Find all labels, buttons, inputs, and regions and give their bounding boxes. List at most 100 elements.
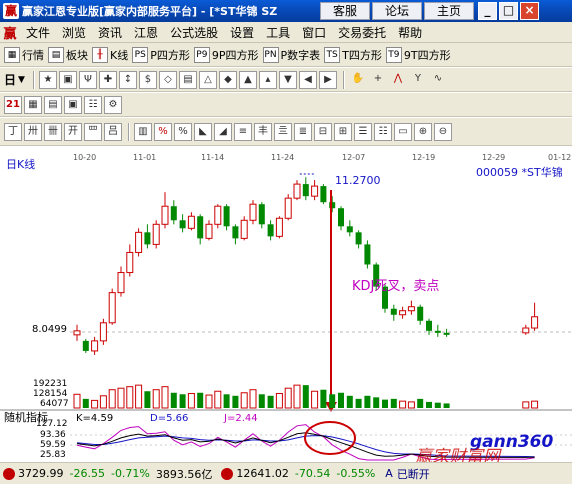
p-square-button[interactable]: PS P四方形 [132, 45, 190, 65]
volume-bar [179, 394, 186, 408]
menu-window[interactable]: 窗口 [296, 24, 332, 41]
chart-panel[interactable]: 10-20 11-01 11-14 11-24 12-07 12-19 12-2… [0, 150, 572, 467]
candle [187, 215, 195, 229]
minimize-button[interactable]: _ [478, 2, 497, 20]
period-selector[interactable]: 日 ▼ [4, 70, 25, 90]
9p-square-button[interactable]: P9 9P四方形 [193, 45, 259, 65]
window-icon[interactable]: ▣ [58, 70, 77, 89]
hexagram-icon[interactable]: ☷ [374, 122, 392, 141]
report-icon[interactable]: ▤ [44, 95, 62, 114]
ray-up-icon[interactable]: ◢ [214, 122, 232, 141]
menu-info[interactable]: 资讯 [92, 24, 128, 41]
fib-lines-icon[interactable]: 亖 [274, 122, 292, 141]
percent-icon[interactable]: % [154, 122, 172, 141]
volume-bar [443, 403, 450, 408]
volume-bar [355, 398, 362, 408]
ray-down-icon[interactable]: ◣ [194, 122, 212, 141]
kline-chart[interactable]: 10-20 11-01 11-14 11-24 12-07 12-19 12-2… [0, 150, 572, 467]
customer-service-link[interactable]: 客服 [320, 2, 370, 20]
volume-bar [205, 394, 213, 409]
candle [99, 322, 107, 342]
small-up-icon[interactable]: ▴ [258, 70, 277, 89]
zoom-in-icon[interactable]: ⊕ [414, 122, 432, 141]
candle [205, 223, 213, 239]
volume-bar [293, 384, 301, 409]
t-square-button[interactable]: TS T四方形 [324, 45, 382, 65]
menu-trading[interactable]: 交易委托 [332, 24, 392, 41]
zoom-out-icon[interactable]: ⊖ [434, 122, 452, 141]
dollar-icon[interactable]: $ [138, 70, 157, 89]
menu-gann[interactable]: 江恩 [128, 24, 164, 41]
volume-bar [284, 387, 292, 409]
rect-plus-icon[interactable]: ⊞ [334, 122, 352, 141]
layout-icon[interactable]: ☷ [84, 95, 102, 114]
drawing-toolbar: 日 ▼ ★ ▣ Ψ ✚ ↕ $ ◇ ▤ △ ◆ ▲ ▴ ▼ ◀ ▶ ✋ + ⋀ … [0, 68, 572, 92]
triple-line-icon[interactable]: ☰ [354, 122, 372, 141]
channel-icon[interactable]: 开 [64, 122, 82, 141]
volume-scale-label: 64077 [40, 399, 69, 409]
fork-icon[interactable]: Y [409, 71, 427, 89]
zigzag-icon[interactable]: ⋀ [389, 71, 407, 89]
volume-scale-label: 128154 [33, 389, 68, 399]
volume-bar [338, 392, 344, 408]
diamond-icon[interactable]: ◇ [158, 70, 177, 89]
connection-status: 已断开 [396, 467, 430, 481]
grid-lines-icon[interactable]: 卌 [44, 122, 62, 141]
stock-name-label: 000059 *ST华锦 [476, 165, 563, 179]
fib-extension-icon[interactable]: ≣ [294, 122, 312, 141]
sectors-button[interactable]: ▤ 板块 [48, 45, 88, 65]
bars-icon[interactable]: ▥ [134, 122, 152, 141]
arrow-left-icon[interactable]: ◀ [298, 70, 317, 89]
date-label: 12-29 [482, 153, 505, 162]
p-number-table-label: P数字表 [280, 48, 321, 62]
menu-browse[interactable]: 浏览 [56, 24, 92, 41]
crosshair-icon[interactable]: + [369, 71, 387, 89]
list-icon[interactable]: ▤ [178, 70, 197, 89]
close-button[interactable]: × [520, 2, 539, 20]
percent-alt-icon[interactable]: % [174, 122, 192, 141]
candle [135, 231, 143, 253]
arrow-right-icon[interactable]: ▶ [318, 70, 337, 89]
vertical-arrows-icon[interactable]: ↕ [118, 70, 137, 89]
quotes-button[interactable]: ▦ 行情 [4, 45, 44, 65]
table-icon[interactable]: ▦ [24, 95, 42, 114]
triangle-icon[interactable]: △ [198, 70, 217, 89]
quotes-label: 行情 [22, 48, 44, 62]
menu-help[interactable]: 帮助 [392, 24, 428, 41]
arrow-down-icon[interactable]: ▼ [278, 70, 297, 89]
rectangle-icon[interactable]: ▭ [394, 122, 412, 141]
favorite-icon[interactable]: ★ [38, 70, 57, 89]
p-number-table-button[interactable]: PN P数字表 [262, 45, 321, 65]
kline-button[interactable]: ╫ K线 [92, 45, 128, 65]
trident-icon[interactable]: Ψ [78, 70, 97, 89]
d-value-label: D=5.66 [150, 413, 188, 424]
save-icon[interactable]: ▣ [64, 95, 82, 114]
cycle-icon[interactable]: ∿ [429, 71, 447, 89]
candle [258, 204, 265, 225]
box-icon[interactable]: 罒 [84, 122, 102, 141]
pitchfork-icon[interactable]: 丁 [4, 122, 22, 141]
stack-icon[interactable]: 吕 [104, 122, 122, 141]
fan-icon[interactable]: 卅 [24, 122, 42, 141]
rect-minus-icon[interactable]: ⊟ [314, 122, 332, 141]
volume-bar [108, 389, 116, 409]
volume-bar [382, 399, 388, 408]
fibonacci-icon[interactable]: 丰 [254, 122, 272, 141]
forum-link[interactable]: 论坛 [372, 2, 422, 20]
menu-formula-screening[interactable]: 公式选股 [164, 24, 224, 41]
arrow-up-icon[interactable]: ▲ [238, 70, 257, 89]
hand-icon[interactable]: ✋ [349, 71, 367, 89]
levels-icon[interactable]: ≡ [234, 122, 252, 141]
menu-logo-icon[interactable]: 赢 [0, 23, 20, 42]
homepage-link[interactable]: 主页 [424, 2, 474, 20]
plus-icon[interactable]: ✚ [98, 70, 117, 89]
calendar-icon[interactable]: 21 [4, 95, 22, 114]
menu-settings[interactable]: 设置 [224, 24, 260, 41]
volume-bar [144, 391, 151, 408]
diamond-solid-icon[interactable]: ◆ [218, 70, 237, 89]
9t-square-button[interactable]: T9 9T四方形 [385, 45, 451, 65]
menu-tools[interactable]: 工具 [260, 24, 296, 41]
maximize-button[interactable]: □ [499, 2, 518, 20]
menu-file[interactable]: 文件 [20, 24, 56, 41]
settings-icon[interactable]: ⚙ [104, 95, 122, 114]
